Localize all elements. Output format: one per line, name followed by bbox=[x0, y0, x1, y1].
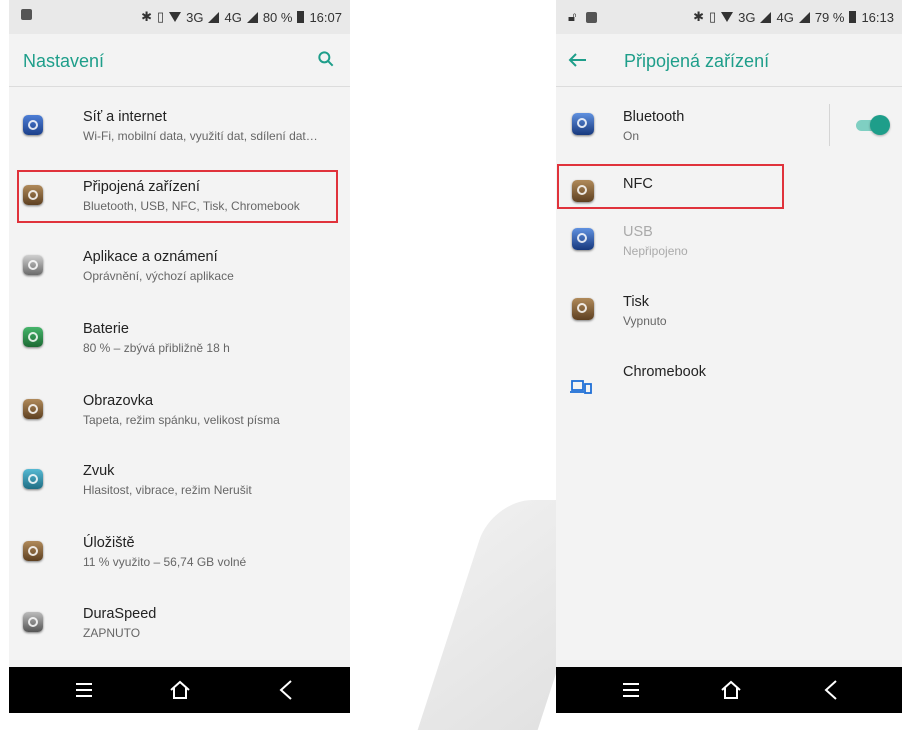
vibrate-icon: ▯ bbox=[156, 9, 165, 24]
menu-icon[interactable] bbox=[619, 678, 643, 702]
network-icon bbox=[23, 115, 43, 135]
chromebook-item[interactable]: Chromebook bbox=[556, 364, 902, 398]
wifi-icon bbox=[169, 12, 182, 22]
connected-devices-screen: 🔓︎ ✱ ▯ 3G 4G 79 % 16:13 Připojená zaříze… bbox=[556, 0, 902, 713]
item-subtitle: Nepřipojeno bbox=[623, 244, 688, 258]
item-title: USB bbox=[623, 224, 653, 240]
image-notification-icon bbox=[586, 11, 598, 23]
signal-icon bbox=[760, 11, 772, 23]
usb-item[interactable]: USB Nepřipojeno bbox=[556, 224, 902, 274]
item-subtitle: 80 % – zbývá přibližně 18 h bbox=[83, 341, 230, 355]
item-title: DuraSpeed bbox=[83, 606, 157, 622]
battery-setting-icon bbox=[23, 327, 43, 347]
chromebook-icon bbox=[570, 380, 592, 394]
duraspeed-icon bbox=[23, 612, 43, 632]
item-title: Zvuk bbox=[83, 463, 115, 479]
menu-icon[interactable] bbox=[72, 678, 96, 702]
settings-item-sound[interactable]: Zvuk Hlasitost, vibrace, režim Nerušit bbox=[9, 463, 350, 513]
status-bar: 🔓︎ ✱ ▯ 3G 4G 79 % 16:13 bbox=[556, 0, 902, 34]
sound-icon bbox=[23, 469, 43, 489]
battery-percent: 79 % bbox=[814, 9, 845, 25]
settings-item-battery[interactable]: Baterie 80 % – zbývá přibližně 18 h bbox=[9, 321, 350, 371]
item-title: Síť a internet bbox=[83, 109, 167, 125]
network-type-1: 3G bbox=[738, 9, 756, 25]
highlight-box bbox=[557, 164, 784, 209]
print-item[interactable]: Tisk Vypnuto bbox=[556, 294, 902, 344]
toggle-thumb bbox=[870, 115, 890, 135]
item-title: Obrazovka bbox=[83, 393, 154, 409]
app-bar: Nastavení bbox=[9, 34, 350, 87]
item-subtitle: Hlasitost, vibrace, režim Nerušit bbox=[83, 483, 252, 497]
bluetooth-icon: ✱ bbox=[141, 9, 152, 24]
image-notification-icon bbox=[21, 9, 32, 20]
home-icon[interactable] bbox=[168, 678, 192, 702]
network-type-2: 4G bbox=[224, 9, 242, 25]
usb-icon bbox=[572, 228, 594, 250]
status-bar: ✱ ▯ 3G 4G 80 % 16:07 bbox=[9, 0, 350, 34]
network-type-2: 4G bbox=[776, 9, 794, 25]
highlight-box bbox=[17, 170, 338, 223]
bluetooth-item[interactable]: Bluetooth On bbox=[556, 109, 902, 159]
battery-icon bbox=[849, 11, 857, 23]
clock: 16:13 bbox=[861, 9, 894, 25]
back-arrow-icon[interactable] bbox=[566, 48, 590, 72]
settings-screen: ✱ ▯ 3G 4G 80 % 16:07 Nastavení Síť a int… bbox=[9, 0, 350, 713]
settings-item-storage[interactable]: Úložiště 11 % využito – 56,74 GB volné bbox=[9, 535, 350, 585]
battery-icon bbox=[297, 11, 305, 23]
home-icon[interactable] bbox=[719, 678, 743, 702]
vibrate-icon: ▯ bbox=[708, 9, 717, 24]
item-subtitle: ZAPNUTO bbox=[83, 626, 141, 640]
item-subtitle: Vypnuto bbox=[623, 314, 667, 328]
signal-icon-2 bbox=[798, 11, 810, 23]
app-bar: Připojená zařízení bbox=[556, 34, 902, 87]
bluetooth-toggle[interactable] bbox=[856, 115, 890, 135]
item-subtitle: 11 % využito – 56,74 GB volné bbox=[83, 555, 247, 569]
apps-icon bbox=[23, 255, 43, 275]
page-title: Připojená zařízení bbox=[624, 51, 770, 71]
settings-item-network[interactable]: Síť a internet Wi-Fi, mobilní data, využ… bbox=[9, 109, 350, 159]
bluetooth-setting-icon bbox=[572, 113, 594, 135]
signal-icon-2 bbox=[246, 11, 258, 23]
item-title: Bluetooth bbox=[623, 109, 685, 125]
search-icon[interactable] bbox=[316, 49, 336, 69]
battery-percent: 80 % bbox=[262, 9, 293, 25]
clock: 16:07 bbox=[309, 9, 342, 25]
storage-icon bbox=[23, 541, 43, 561]
item-subtitle: On bbox=[623, 129, 640, 143]
item-title: Baterie bbox=[83, 321, 129, 337]
lock-icon: 🔓︎ bbox=[568, 9, 577, 24]
item-subtitle: Wi-Fi, mobilní data, využití dat, sdílen… bbox=[83, 129, 318, 143]
settings-item-duraspeed[interactable]: DuraSpeed ZAPNUTO bbox=[9, 606, 350, 656]
settings-item-apps[interactable]: Aplikace a oznámení Oprávnění, výchozí a… bbox=[9, 249, 350, 299]
network-type-1: 3G bbox=[186, 9, 204, 25]
divider bbox=[829, 104, 830, 146]
print-icon bbox=[572, 298, 594, 320]
back-nav-icon[interactable] bbox=[819, 678, 843, 702]
settings-item-display[interactable]: Obrazovka Tapeta, režim spánku, velikost… bbox=[9, 393, 350, 443]
page-title: Nastavení bbox=[23, 51, 105, 71]
back-nav-icon[interactable] bbox=[274, 678, 298, 702]
item-subtitle: Tapeta, režim spánku, velikost písma bbox=[83, 413, 280, 427]
signal-icon bbox=[208, 11, 220, 23]
navigation-bar bbox=[9, 667, 350, 713]
bluetooth-icon: ✱ bbox=[693, 9, 704, 24]
item-title: Tisk bbox=[623, 294, 650, 310]
navigation-bar bbox=[556, 667, 902, 713]
item-title: Chromebook bbox=[623, 364, 707, 380]
item-title: Úložiště bbox=[83, 535, 135, 551]
item-subtitle: Oprávnění, výchozí aplikace bbox=[83, 269, 234, 283]
wifi-icon bbox=[721, 12, 734, 22]
display-icon bbox=[23, 399, 43, 419]
item-title: Aplikace a oznámení bbox=[83, 249, 218, 265]
